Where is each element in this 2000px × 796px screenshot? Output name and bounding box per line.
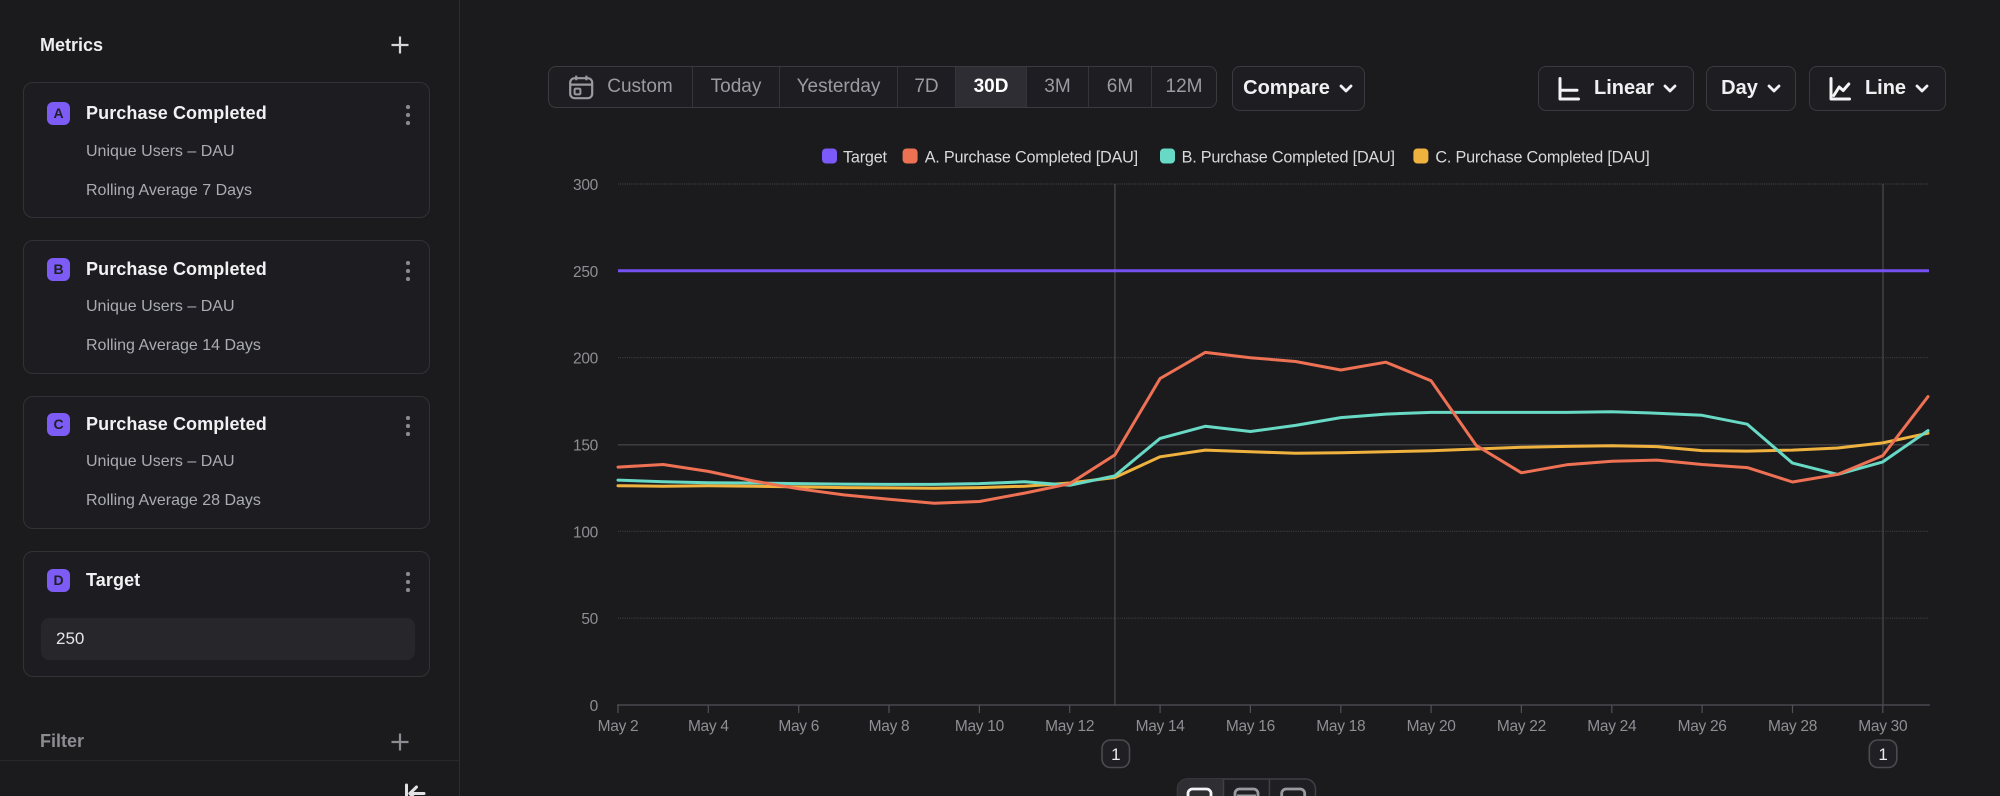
- svg-text:May 28: May 28: [1768, 718, 1817, 735]
- svg-text:C. Purchase Completed [DAU]: C. Purchase Completed [DAU]: [1435, 149, 1649, 167]
- svg-text:1: 1: [1878, 745, 1887, 764]
- svg-text:May 4: May 4: [688, 718, 729, 735]
- svg-text:May 14: May 14: [1136, 718, 1186, 735]
- svg-text:B. Purchase Completed [DAU]: B. Purchase Completed [DAU]: [1182, 149, 1395, 167]
- svg-text:May 26: May 26: [1678, 718, 1727, 735]
- svg-text:Target: Target: [843, 149, 887, 167]
- svg-text:0: 0: [590, 698, 599, 715]
- svg-text:50: 50: [581, 611, 598, 628]
- svg-text:May 24: May 24: [1587, 718, 1637, 735]
- svg-text:May 10: May 10: [955, 718, 1005, 735]
- svg-text:May 18: May 18: [1316, 718, 1365, 735]
- svg-text:May 30: May 30: [1858, 718, 1908, 735]
- svg-text:May 22: May 22: [1497, 718, 1546, 735]
- svg-text:May 2: May 2: [598, 718, 639, 735]
- svg-text:1: 1: [1111, 745, 1120, 764]
- svg-text:May 16: May 16: [1226, 718, 1275, 735]
- svg-text:May 20: May 20: [1407, 718, 1457, 735]
- svg-text:A. Purchase Completed [DAU]: A. Purchase Completed [DAU]: [925, 149, 1138, 167]
- svg-text:100: 100: [573, 524, 599, 541]
- svg-text:200: 200: [573, 351, 599, 368]
- svg-text:May 12: May 12: [1045, 718, 1094, 735]
- svg-text:May 6: May 6: [778, 718, 819, 735]
- svg-text:150: 150: [573, 438, 599, 455]
- svg-text:250: 250: [573, 264, 599, 281]
- svg-text:May 8: May 8: [869, 718, 910, 735]
- svg-text:300: 300: [573, 177, 599, 194]
